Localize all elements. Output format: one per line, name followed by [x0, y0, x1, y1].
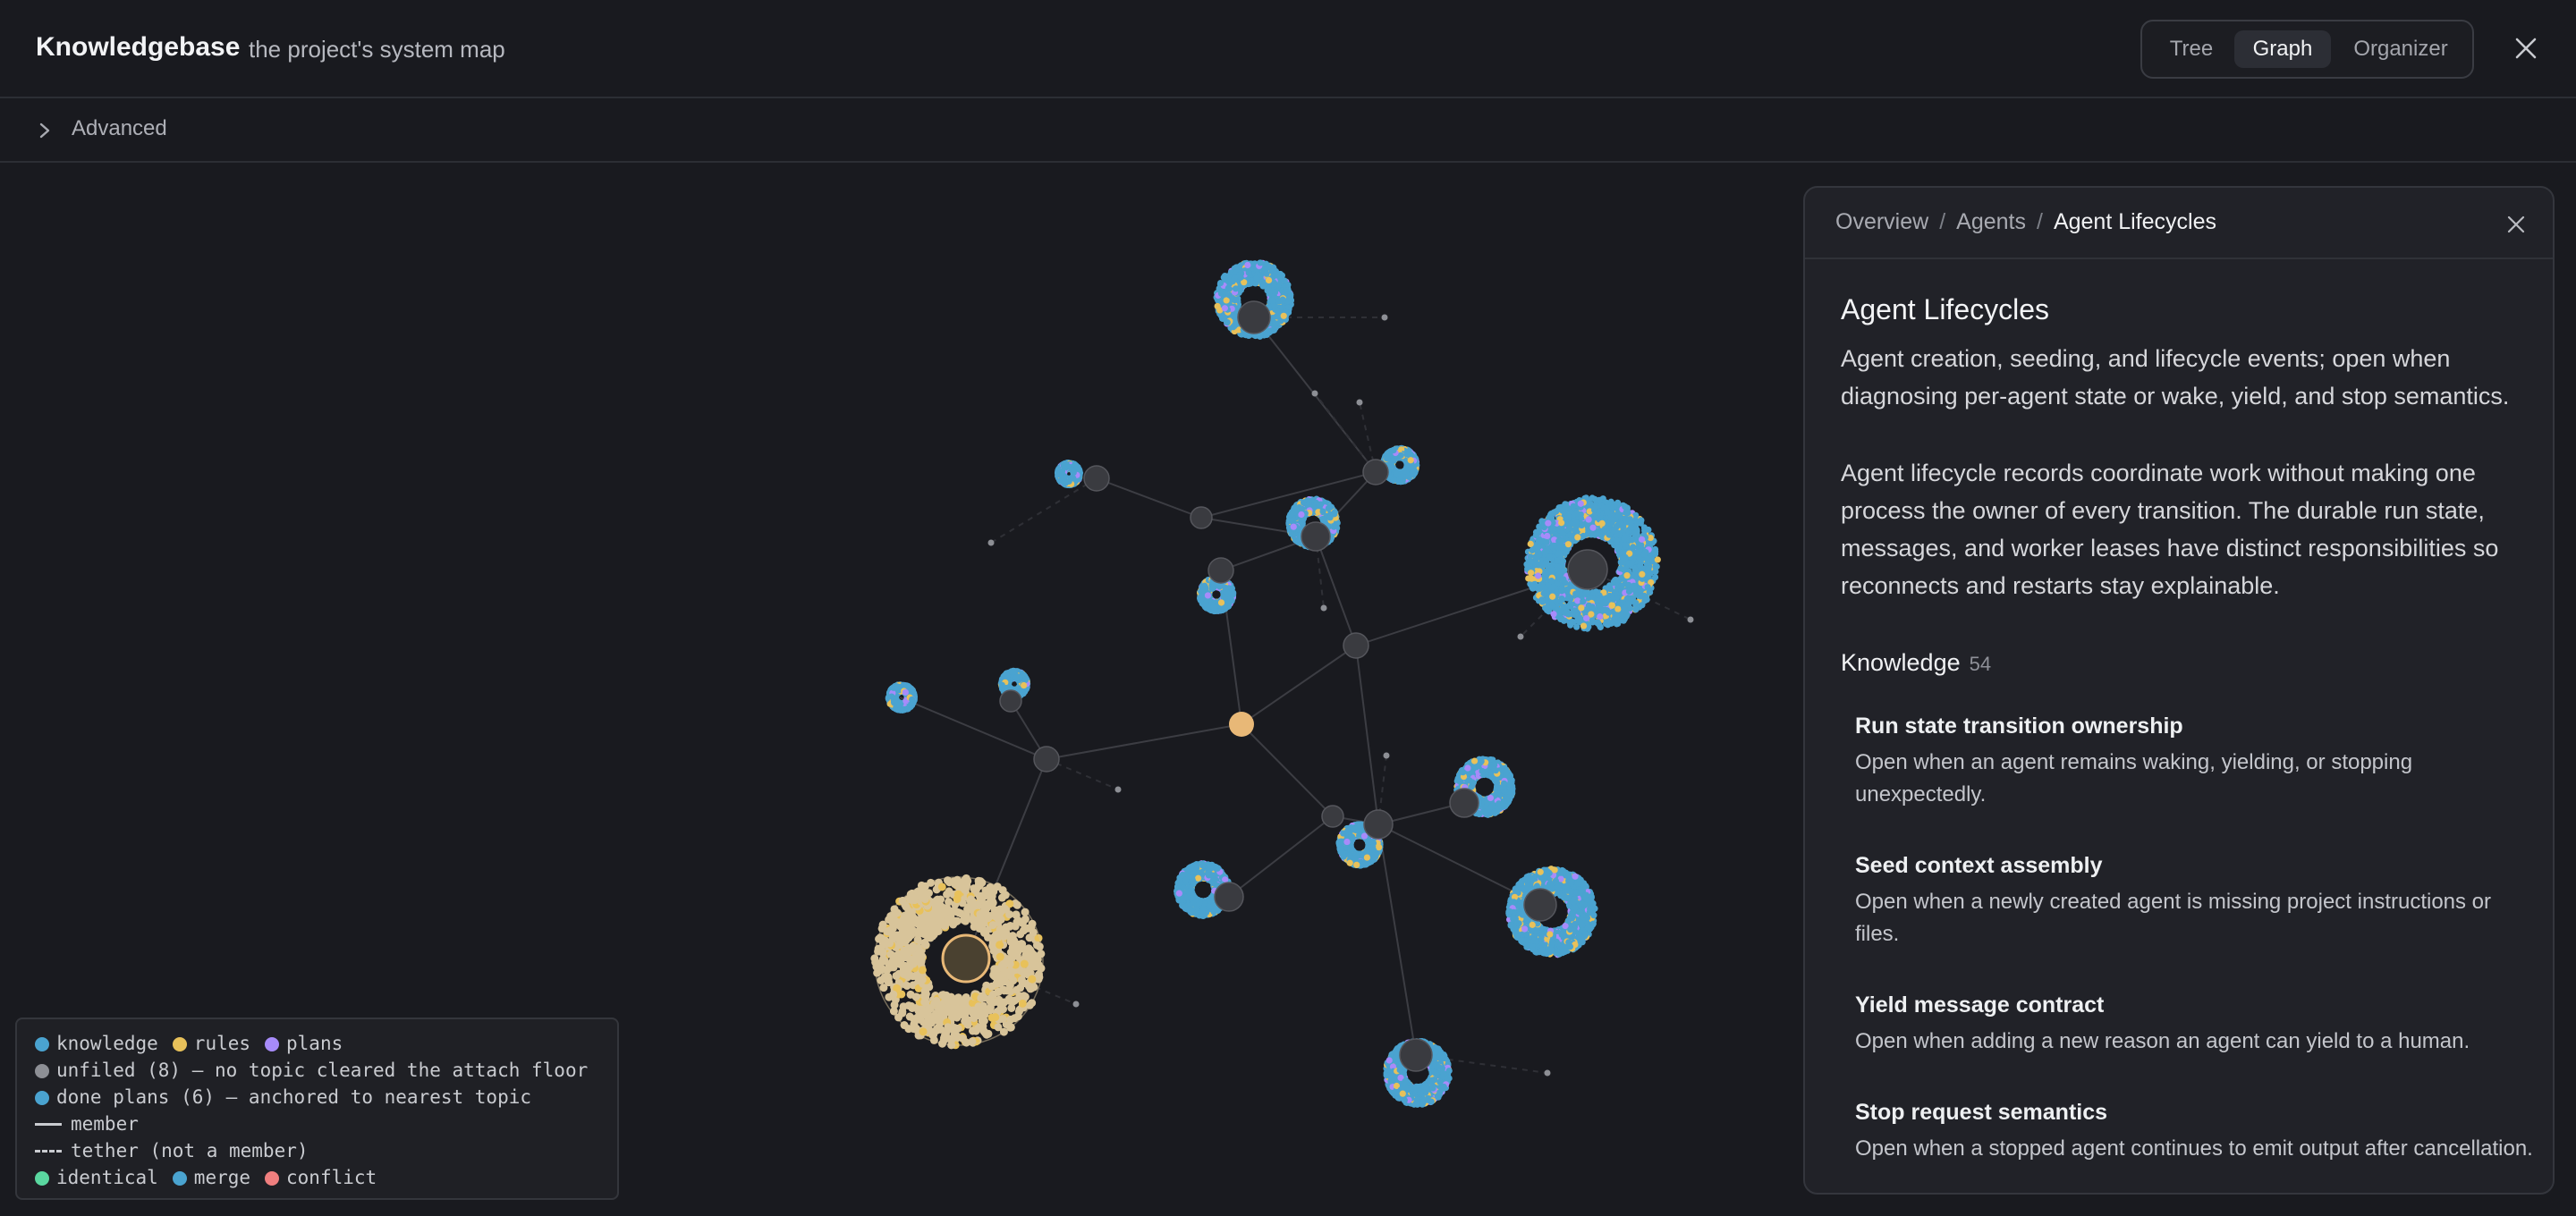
member-edge: [1228, 815, 1334, 898]
chevron-right-icon: [39, 122, 50, 139]
member-edge: [899, 697, 1047, 760]
knowledge-dot: [1220, 274, 1227, 281]
close-icon[interactable]: [2513, 36, 2538, 61]
knowledge-dot: [1407, 457, 1414, 464]
advanced-label: Advanced: [72, 116, 167, 140]
knowledge-dot: [1217, 290, 1225, 297]
knowledge-dot: [1234, 264, 1241, 272]
unfiled-dot: [1383, 752, 1390, 759]
knowledge-dot: [1061, 475, 1068, 482]
app-title: Knowledgebase: [36, 32, 241, 62]
knowledge-dot: [1265, 276, 1273, 283]
knowledge-dot: [1068, 467, 1076, 474]
view-switcher: Tree Graph Organizer: [2140, 20, 2474, 79]
unfiled-dot: [1114, 786, 1122, 793]
member-edge: [1046, 723, 1242, 760]
view-graph-button[interactable]: Graph: [2234, 30, 2331, 68]
knowledge-dot: [1260, 282, 1267, 289]
member-edge: [1096, 477, 1202, 519]
knowledge-dot: [1280, 312, 1287, 319]
knowledge-dot: [1394, 469, 1401, 477]
app-header: Knowledgebase the project's system map T…: [0, 0, 2576, 98]
unfiled-dot: [1311, 390, 1318, 397]
knowledge-dot: [1070, 475, 1077, 482]
knowledge-dot: [1272, 272, 1279, 279]
unfiled-dot: [1544, 1069, 1551, 1077]
view-organizer-button[interactable]: Organizer: [2335, 30, 2466, 68]
knowledge-dot: [1274, 307, 1281, 315]
view-tree-button[interactable]: Tree: [2151, 30, 2232, 68]
knowledge-dot: [1411, 469, 1418, 476]
unfiled-dot: [1320, 604, 1327, 612]
knowledge-dot: [1224, 284, 1233, 291]
knowledge-dot: [1263, 331, 1270, 339]
unfiled-dot: [1381, 314, 1388, 321]
member-edge: [1377, 823, 1417, 1056]
knowledge-dot: [1263, 270, 1270, 277]
knowledge-dot: [1284, 287, 1291, 294]
knowledge-dot: [1390, 446, 1397, 454]
knowledge-dot: [1257, 259, 1264, 266]
knowledge-dot: [1245, 269, 1252, 276]
unfiled-dot: [1356, 399, 1363, 406]
knowledge-dot: [1244, 261, 1251, 269]
knowledge-dot: [1224, 318, 1231, 326]
knowledge-dot: [1253, 274, 1260, 282]
knowledge-dot: [1214, 302, 1221, 310]
unfiled-dot: [1072, 1001, 1080, 1008]
app-subtitle: the project's system map: [249, 36, 505, 63]
knowledge-dot: [1257, 333, 1264, 340]
member-edge: [1355, 645, 1379, 825]
knowledge-dot: [1403, 451, 1411, 458]
knowledge-dot: [1390, 477, 1397, 484]
knowledge-dot: [1271, 289, 1279, 296]
advanced-toggle[interactable]: Advanced: [0, 98, 2576, 163]
knowledge-dot: [1062, 462, 1069, 469]
unfiled-dot: [1687, 616, 1694, 623]
knowledge-dot: [1221, 305, 1229, 312]
member-edge: [1200, 471, 1377, 519]
knowledge-dot: [1216, 279, 1224, 287]
tether-edge: [990, 477, 1097, 544]
unfiled-dot: [987, 539, 995, 546]
knowledge-dot: [1401, 468, 1409, 475]
knowledge-dot: [1229, 278, 1236, 285]
unfiled-dot: [1517, 633, 1524, 640]
member-edge: [1241, 723, 1334, 817]
knowledge-dot: [1230, 324, 1237, 331]
knowledge-dot: [1237, 274, 1244, 281]
knowledge-dot: [1275, 298, 1282, 305]
knowledge-dot: [1232, 285, 1240, 292]
member-edge: [1241, 645, 1357, 725]
